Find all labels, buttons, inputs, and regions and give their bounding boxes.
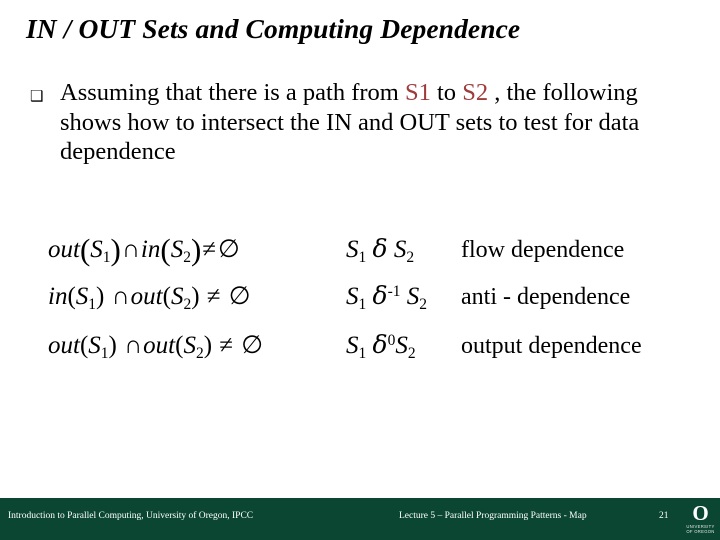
list-item: ❑ Assuming that there is a path from S1 … xyxy=(28,78,704,167)
university-of-oregon-logo: O UNIVERSITY OF OREGON xyxy=(681,500,720,540)
paren-close-icon: ) xyxy=(108,332,117,359)
delta-right-sub: 2 xyxy=(406,248,415,266)
intersection-icon: ∩ xyxy=(124,332,143,359)
not-equal-icon: ≠ xyxy=(206,283,221,310)
page-number: 21 xyxy=(659,511,669,521)
paren-open-icon: ( xyxy=(162,283,171,310)
set-lhs-function: out xyxy=(48,332,80,359)
set-rhs-sub: 2 xyxy=(195,344,204,362)
intersection-icon: ∩ xyxy=(111,283,130,310)
set-expression: out(S1) ∩out(S2) ≠ ∅ xyxy=(48,330,346,362)
set-lhs-sub: 1 xyxy=(102,248,111,266)
footer-bar: Introduction to Parallel Computing, Univ… xyxy=(0,498,720,540)
set-lhs-sub: 1 xyxy=(88,295,97,313)
set-rhs-function: out xyxy=(130,283,163,310)
paren-open-icon: ( xyxy=(67,283,76,310)
delta-left-sub: 1 xyxy=(358,295,367,313)
intersection-icon: ∩ xyxy=(121,236,140,263)
paren-close-icon: ) xyxy=(96,283,105,310)
dependence-equation-table: out(S1)∩in(S2)≠∅ S1 δ S2 flow dependence… xyxy=(48,232,708,379)
uo-logo-line2: OF OREGON xyxy=(686,529,715,534)
set-rhs-function: out xyxy=(143,332,176,359)
set-lhs-arg: S xyxy=(75,283,89,310)
dependence-name: flow dependence xyxy=(461,237,625,263)
set-lhs-function: out xyxy=(48,236,80,263)
bullet-text: Assuming that there is a path from S1 to… xyxy=(60,78,704,167)
set-rhs-arg: S xyxy=(170,236,184,263)
delta-symbol-icon: δ xyxy=(372,234,388,263)
empty-set-icon: ∅ xyxy=(228,283,251,310)
delta-expression: S1 δ-1 S2 xyxy=(346,281,461,313)
delta-expression: S1 δ S2 xyxy=(346,234,461,266)
delta-expression: S1 δ0S2 xyxy=(346,330,461,362)
set-expression: in(S1) ∩out(S2) ≠ ∅ xyxy=(48,281,346,313)
not-equal-icon: ≠ xyxy=(219,332,234,359)
statement-s1: S1 xyxy=(404,79,431,106)
paren-close-icon: ) xyxy=(203,332,213,359)
delta-left-sub: 1 xyxy=(358,344,367,362)
paren-open-icon: ( xyxy=(79,232,91,267)
paren-close-icon: ) xyxy=(190,232,202,267)
table-row: out(S1)∩in(S2)≠∅ S1 δ S2 flow dependence xyxy=(48,232,708,281)
set-lhs-arg: S xyxy=(90,236,103,263)
delta-left-var: S xyxy=(346,283,359,310)
set-lhs-arg: S xyxy=(88,332,101,359)
page-title: IN / OUT Sets and Computing Dependence xyxy=(26,13,521,44)
set-rhs-arg: S xyxy=(183,332,196,359)
empty-set-icon: ∅ xyxy=(218,236,240,263)
slide-body: ❑ Assuming that there is a path from S1 … xyxy=(28,78,704,167)
not-equal-icon: ≠ xyxy=(202,236,217,263)
delta-right-var: S xyxy=(395,332,408,359)
bullet-text-part1: Assuming that there is a path from xyxy=(60,79,405,106)
delta-symbol-icon: δ xyxy=(372,330,388,359)
delta-left-var: S xyxy=(346,332,359,359)
table-row: in(S1) ∩out(S2) ≠ ∅ S1 δ-1 S2 anti - dep… xyxy=(48,281,708,330)
delta-right-var: S xyxy=(406,283,420,310)
empty-set-icon: ∅ xyxy=(241,332,264,359)
set-rhs-sub: 2 xyxy=(183,248,191,266)
dependence-name: anti - dependence xyxy=(461,284,631,310)
set-expression: out(S1)∩in(S2)≠∅ xyxy=(48,232,346,268)
statement-s2: S2 xyxy=(462,79,489,106)
delta-left-var: S xyxy=(346,236,359,263)
paren-close-icon: ) xyxy=(191,283,200,310)
slide-canvas: IN / OUT Sets and Computing Dependence ❑… xyxy=(0,0,720,540)
set-rhs-function: in xyxy=(140,236,161,263)
footer-lecture-text: Lecture 5 – Parallel Programming Pattern… xyxy=(399,511,587,521)
uo-o-icon: O xyxy=(692,501,709,525)
delta-right-sub: 2 xyxy=(419,295,427,313)
delta-right-sub: 2 xyxy=(407,344,416,362)
delta-symbol-icon: δ xyxy=(372,281,388,310)
set-rhs-arg: S xyxy=(170,283,184,310)
delta-right-var: S xyxy=(393,236,407,263)
delta-left-sub: 1 xyxy=(358,248,367,266)
footer-course-text: Introduction to Parallel Computing, Univ… xyxy=(8,511,254,521)
square-bullet-icon: ❑ xyxy=(30,89,44,105)
set-lhs-function: in xyxy=(48,283,68,310)
set-lhs-sub: 1 xyxy=(100,344,109,362)
dependence-name: output dependence xyxy=(461,333,642,359)
paren-close-icon: ) xyxy=(110,232,121,267)
bullet-text-part2: to xyxy=(430,79,463,106)
paren-open-icon: ( xyxy=(160,232,171,267)
table-row: out(S1) ∩out(S2) ≠ ∅ S1 δ0S2 output depe… xyxy=(48,330,708,379)
delta-exponent: -1 xyxy=(387,282,401,300)
